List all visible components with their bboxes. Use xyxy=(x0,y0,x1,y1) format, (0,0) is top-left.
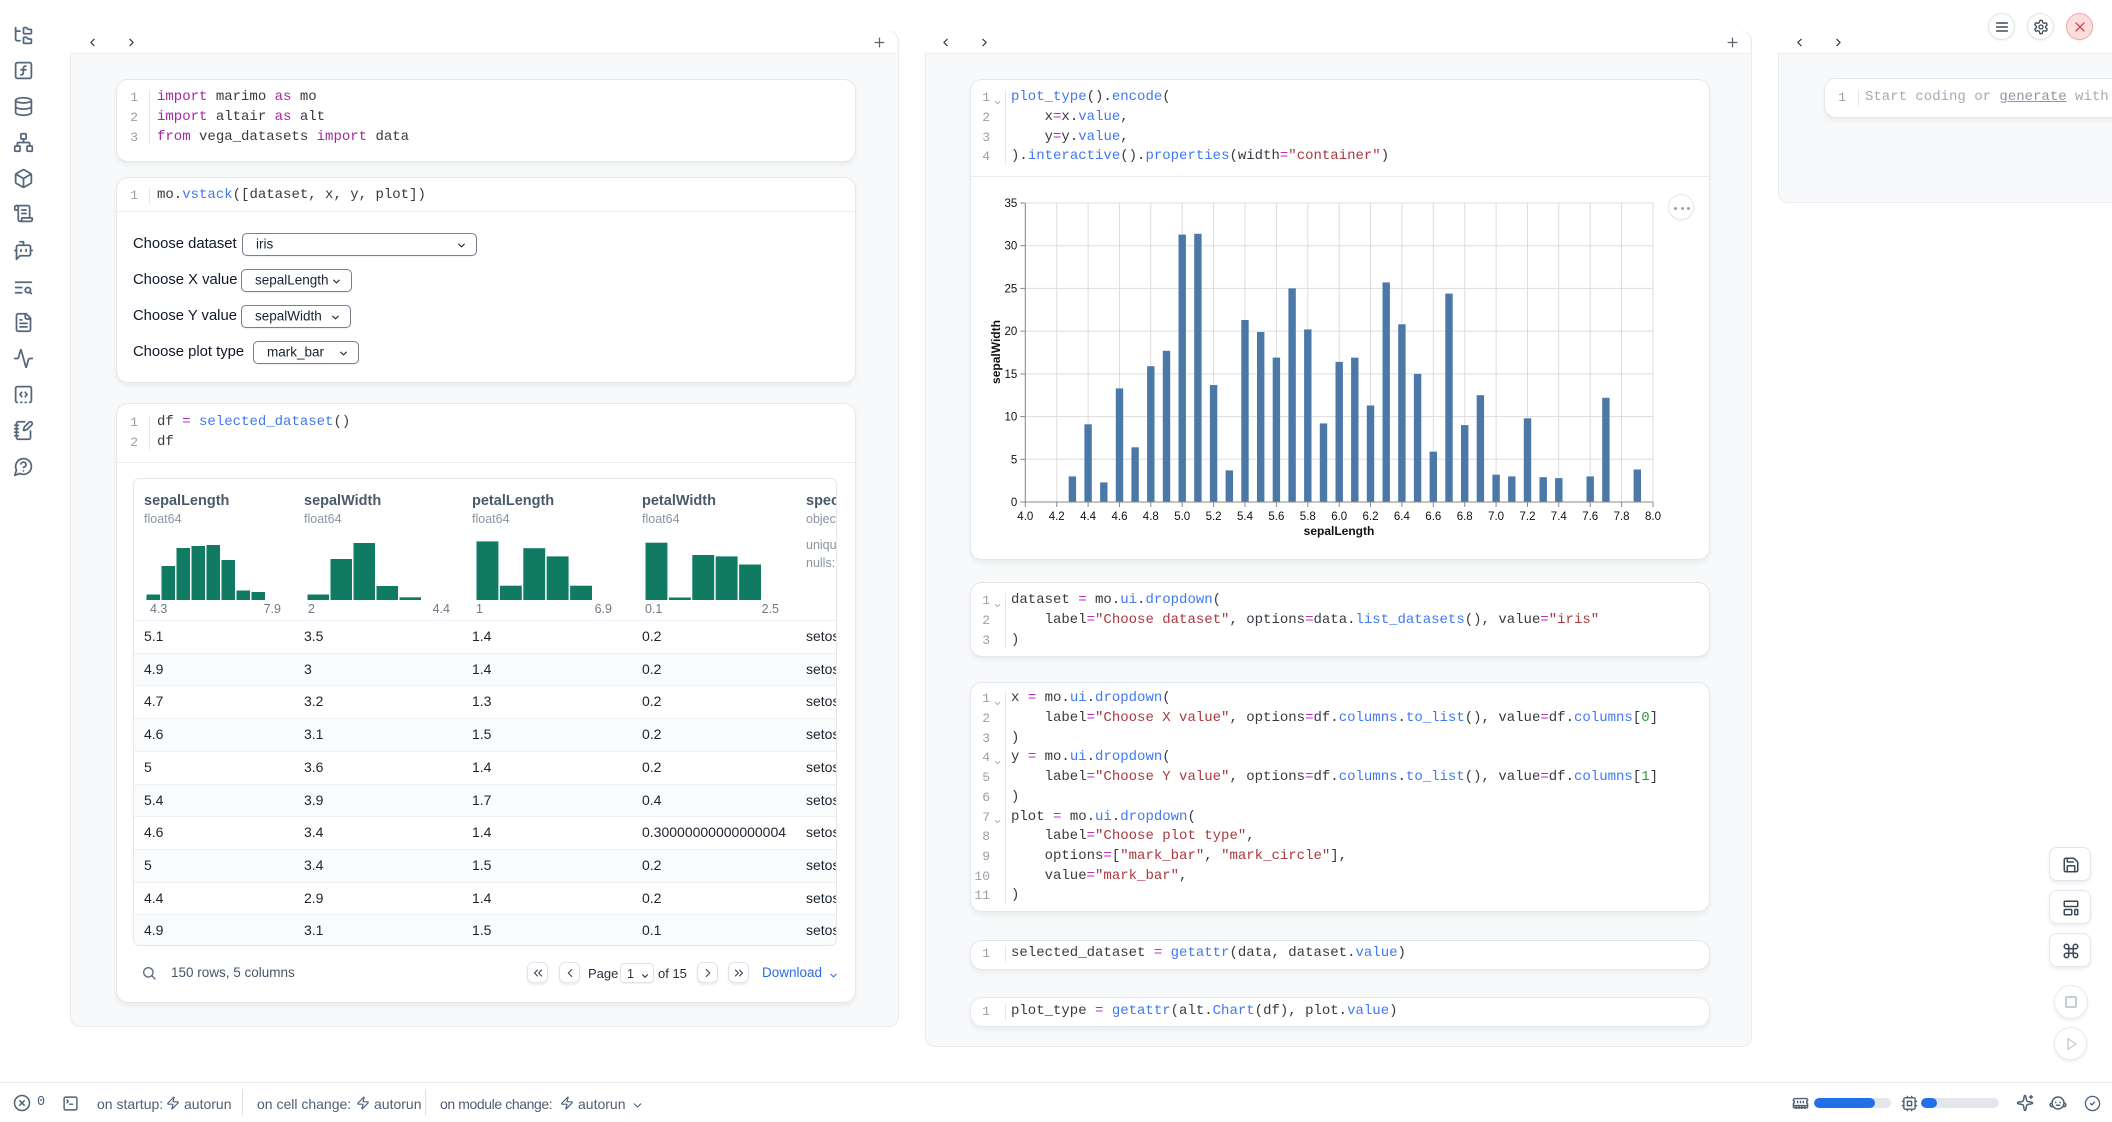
svg-text:6.8: 6.8 xyxy=(1457,511,1473,523)
svg-text:4.6: 4.6 xyxy=(1112,511,1128,523)
svg-text:6.0: 6.0 xyxy=(1331,511,1347,523)
svg-text:sepalLength: sepalLength xyxy=(1304,524,1375,538)
svg-text:6.4: 6.4 xyxy=(1394,511,1411,523)
svg-text:25: 25 xyxy=(1005,283,1018,295)
svg-text:4.8: 4.8 xyxy=(1143,511,1159,523)
svg-text:0: 0 xyxy=(1011,497,1017,509)
svg-text:5: 5 xyxy=(1011,454,1017,466)
svg-text:5.2: 5.2 xyxy=(1206,511,1222,523)
svg-text:35: 35 xyxy=(1005,198,1018,210)
svg-text:5.0: 5.0 xyxy=(1174,511,1190,523)
svg-text:4.2: 4.2 xyxy=(1049,511,1065,523)
svg-text:5.6: 5.6 xyxy=(1268,511,1284,523)
svg-text:7.6: 7.6 xyxy=(1582,511,1598,523)
svg-text:7.8: 7.8 xyxy=(1614,511,1630,523)
svg-text:20: 20 xyxy=(1005,326,1018,338)
svg-text:6.6: 6.6 xyxy=(1425,511,1441,523)
svg-text:sepalWidth: sepalWidth xyxy=(989,320,1003,384)
svg-text:30: 30 xyxy=(1005,241,1018,253)
svg-text:7.4: 7.4 xyxy=(1551,511,1568,523)
svg-text:6.2: 6.2 xyxy=(1363,511,1379,523)
svg-text:8.0: 8.0 xyxy=(1645,511,1661,523)
svg-text:7.0: 7.0 xyxy=(1488,511,1504,523)
svg-text:5.8: 5.8 xyxy=(1300,511,1316,523)
svg-text:15: 15 xyxy=(1005,369,1018,381)
svg-text:7.2: 7.2 xyxy=(1520,511,1536,523)
svg-text:10: 10 xyxy=(1005,412,1018,424)
svg-text:4.0: 4.0 xyxy=(1017,511,1033,523)
svg-text:5.4: 5.4 xyxy=(1237,511,1254,523)
svg-text:4.4: 4.4 xyxy=(1080,511,1097,523)
